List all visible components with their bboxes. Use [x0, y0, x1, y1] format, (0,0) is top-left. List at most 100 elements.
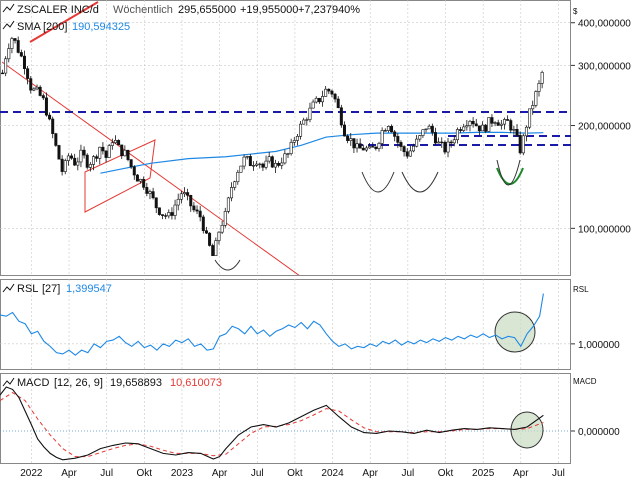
candle-down: [189, 194, 193, 207]
change-pct: +7,237940%: [298, 4, 360, 16]
candle-up: [267, 156, 271, 162]
candle-up: [7, 48, 11, 60]
candle-up: [280, 162, 284, 166]
x-tick-label: Okt: [287, 468, 303, 479]
candle-up: [32, 88, 36, 91]
y-tick-label: 400,000000: [578, 19, 631, 30]
candle-up: [521, 135, 525, 154]
chart-subtitle: Wöchentlich: [113, 4, 173, 16]
candle-up: [98, 146, 102, 159]
candle-up: [468, 120, 472, 126]
candle-up: [258, 163, 262, 166]
candle-up: [110, 142, 114, 146]
candle-down: [1, 72, 5, 75]
candle-up: [295, 136, 299, 141]
candle-down: [390, 126, 394, 133]
candle: [135, 174, 139, 182]
candle: [270, 155, 274, 168]
candle-down: [82, 149, 86, 156]
candle-down: [132, 166, 136, 176]
candle-up: [368, 146, 372, 149]
candle-up: [230, 187, 234, 199]
candle-up: [233, 181, 237, 188]
rsl-period: [27]: [42, 283, 60, 295]
candle-down: [490, 117, 494, 124]
currency-label: $: [573, 7, 578, 16]
candle: [38, 85, 42, 97]
y-tick-label: 200,000000: [578, 122, 631, 133]
candle-down: [339, 107, 343, 126]
candle-up: [173, 204, 177, 216]
x-tick-label: Apr: [513, 468, 529, 479]
candle-up: [499, 123, 503, 126]
candle-up: [4, 58, 8, 74]
candle-up: [264, 160, 268, 168]
candle-up: [217, 231, 221, 241]
candle: [117, 139, 121, 146]
x-tick-label: 2024: [321, 468, 344, 479]
candle-down: [192, 205, 196, 211]
candle-down: [186, 192, 190, 196]
candle-up: [321, 96, 325, 103]
x-tick-label: Jul: [552, 468, 565, 479]
candle-down: [70, 155, 74, 159]
candle-up: [79, 149, 83, 163]
candle-down: [38, 86, 42, 96]
candle-up: [487, 117, 491, 132]
macd-legend: MACD [12, 26, 9] 19,658893 10,610073: [2, 377, 222, 389]
candle: [214, 237, 218, 256]
candle-up: [255, 163, 259, 166]
candle-down: [145, 187, 149, 194]
candle-down: [336, 98, 340, 109]
candle-down: [22, 55, 26, 69]
candle-up: [251, 165, 255, 167]
candle-up: [412, 145, 416, 152]
candle-down: [515, 129, 519, 136]
candle-down: [129, 159, 133, 168]
candle-down: [142, 178, 146, 188]
y-tick-label: 100,000000: [578, 224, 631, 235]
candle-down: [41, 95, 45, 99]
candle-down: [317, 97, 321, 103]
x-tick-label: Apr: [362, 468, 378, 479]
candle-up: [167, 212, 171, 217]
candle-down: [471, 120, 475, 125]
candle-up: [242, 156, 246, 167]
candle-up: [427, 125, 431, 130]
candle-up: [512, 129, 516, 131]
candle-down: [51, 118, 55, 134]
candle: [107, 144, 111, 158]
candle-down: [374, 146, 378, 149]
candle-down: [330, 90, 334, 95]
x-tick-label: 2025: [472, 468, 495, 479]
candle: [339, 104, 343, 128]
candle-down: [270, 156, 274, 168]
candle: [211, 243, 215, 256]
candle-down: [29, 78, 33, 91]
candle-up: [91, 156, 95, 165]
candle-down: [19, 52, 23, 57]
candle-up: [88, 164, 92, 168]
rsl-name: RSL: [17, 283, 38, 295]
candle: [239, 165, 243, 173]
macd-value: 19,658893: [110, 377, 162, 389]
candle-up: [380, 130, 384, 144]
rsl-value: 1,399547: [66, 283, 112, 295]
candle-down: [201, 216, 205, 232]
candle-up: [349, 138, 353, 141]
candle-down: [208, 232, 212, 246]
candle-down: [117, 140, 121, 146]
candle-up: [377, 143, 381, 149]
candle-down: [211, 245, 215, 256]
candle-down: [342, 124, 346, 137]
candle: [226, 196, 230, 214]
candle-down: [277, 163, 281, 166]
candle-down: [402, 146, 406, 153]
candle-down: [248, 156, 252, 167]
candle-down: [430, 125, 434, 133]
candle-down: [352, 138, 356, 149]
candle-up: [299, 123, 303, 137]
x-tick-label: Okt: [137, 468, 153, 479]
candle-down: [151, 191, 155, 199]
candle-up: [113, 140, 117, 144]
